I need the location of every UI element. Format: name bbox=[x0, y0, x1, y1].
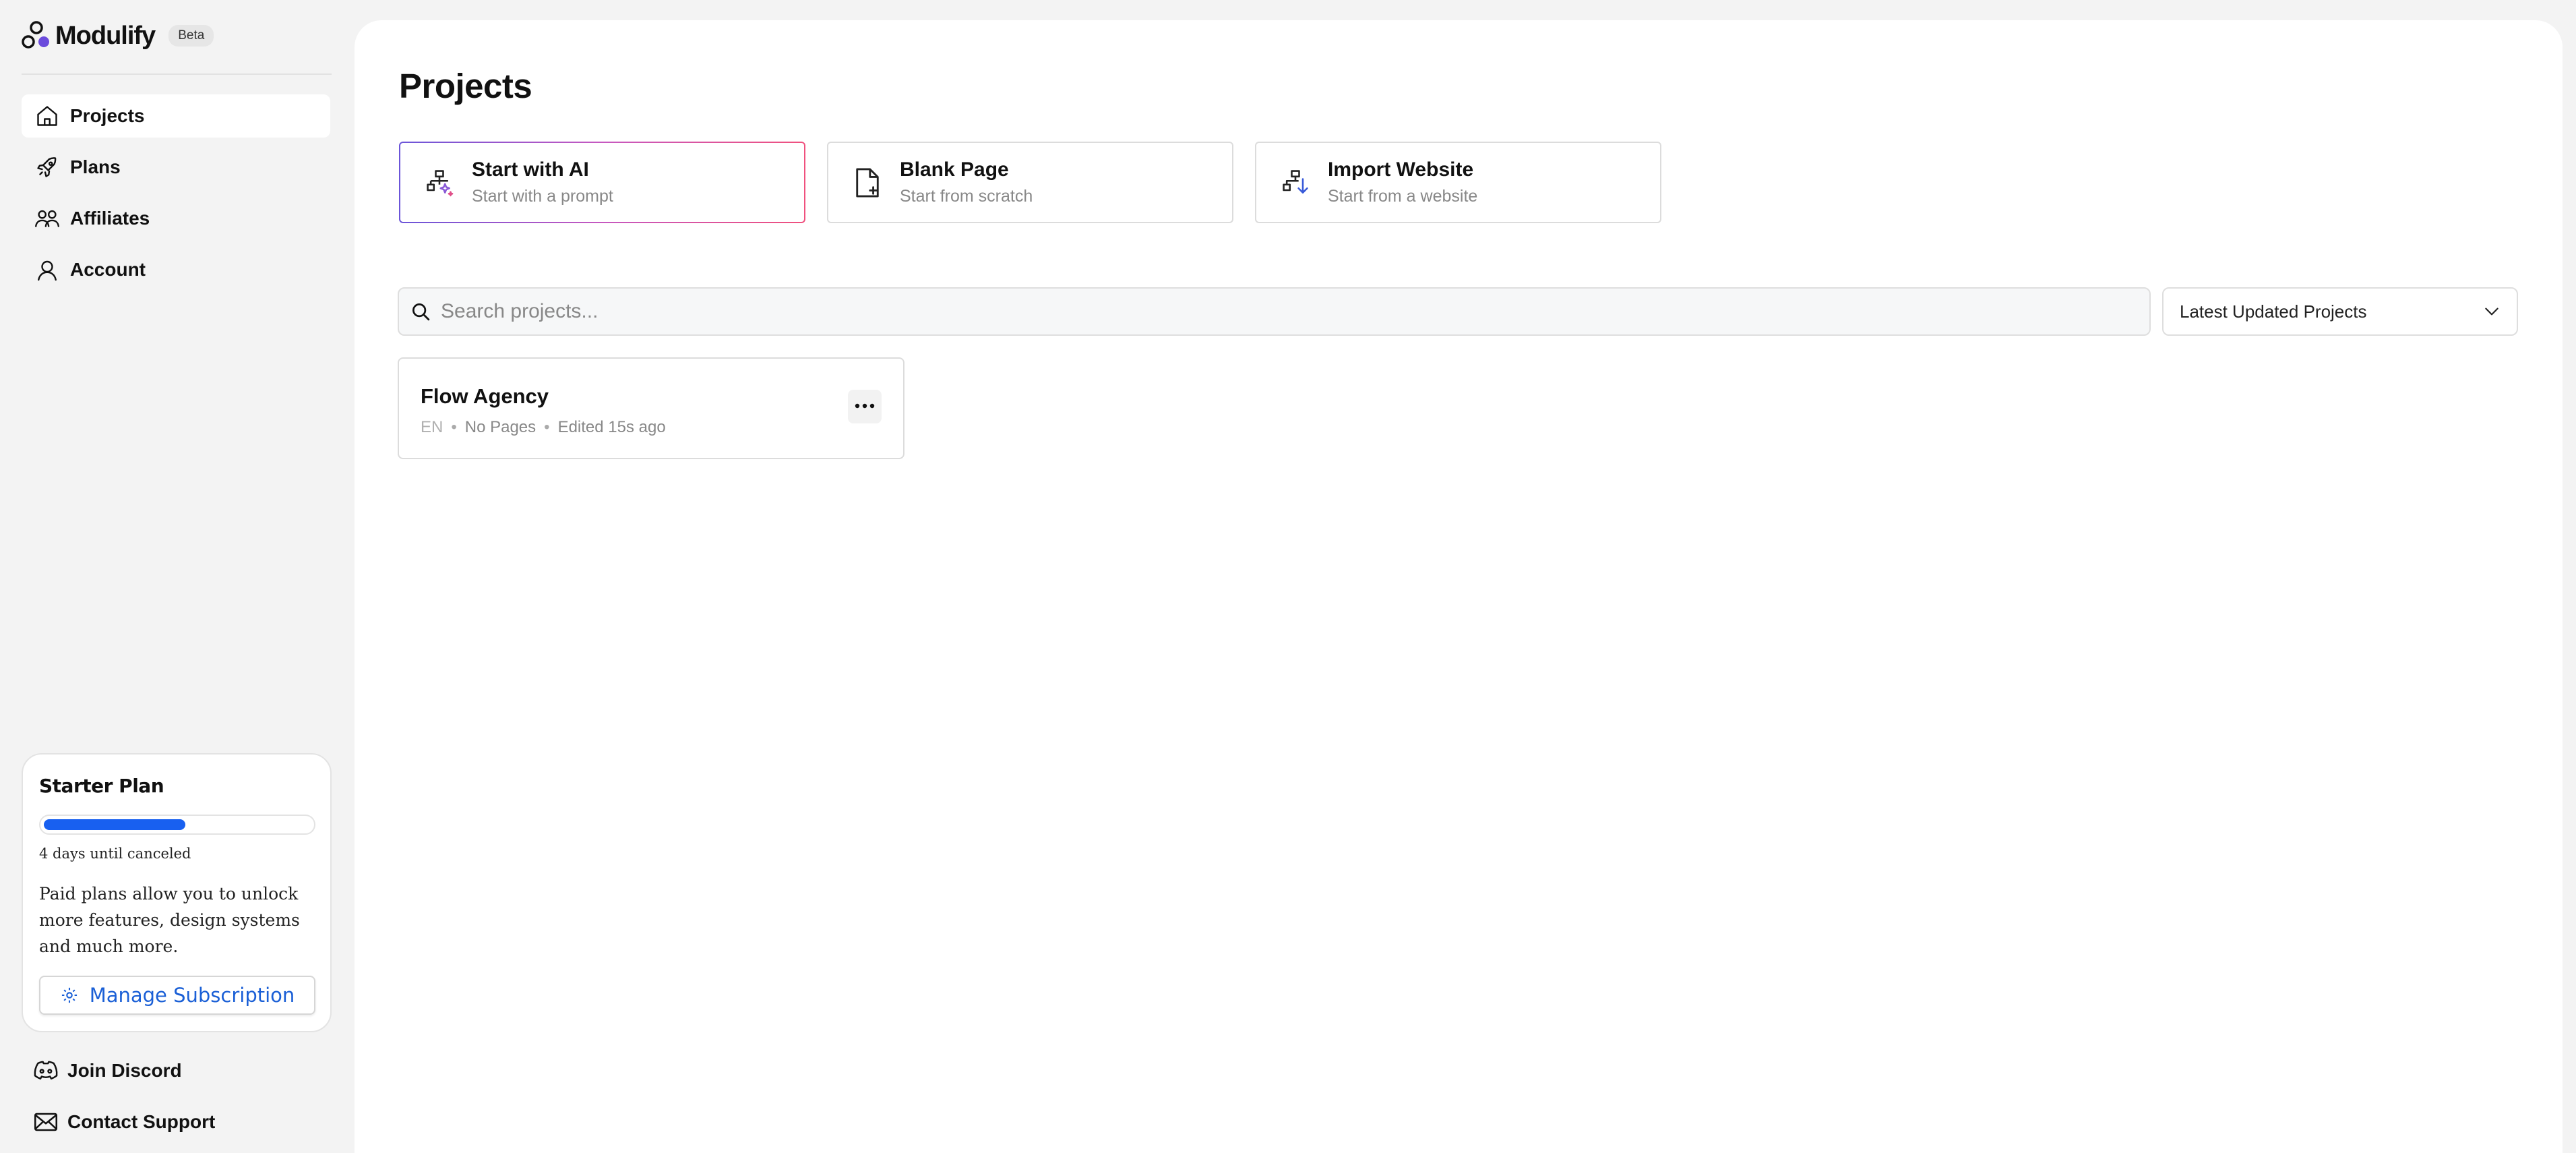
ai-sitemap-icon bbox=[423, 167, 456, 199]
gear-icon bbox=[60, 986, 79, 1005]
sidebar-item-label: Account bbox=[70, 259, 146, 280]
project-edited: Edited 15s ago bbox=[557, 418, 666, 436]
card-title: Import Website bbox=[1328, 158, 1474, 181]
sidebar: Modulify Beta Projects Plans Affiliates … bbox=[0, 0, 355, 1153]
meta-separator: • bbox=[451, 418, 457, 436]
more-horizontal-icon bbox=[854, 401, 876, 413]
import-sitemap-icon bbox=[1279, 167, 1312, 199]
card-title: Start with AI bbox=[472, 158, 589, 181]
card-title: Blank Page bbox=[900, 158, 1009, 181]
search-input[interactable] bbox=[441, 291, 2126, 332]
sidebar-item-account[interactable]: Account bbox=[22, 248, 330, 291]
main-panel: Projects Start with AI Start with a prom… bbox=[355, 20, 2563, 1153]
project-language: EN bbox=[421, 418, 443, 436]
project-name: Flow Agency bbox=[421, 384, 549, 408]
card-subtitle: Start with a prompt bbox=[472, 187, 613, 206]
project-card[interactable]: Flow Agency EN • No Pages • Edited 15s a… bbox=[398, 357, 904, 459]
project-meta: EN • No Pages • Edited 15s ago bbox=[421, 418, 903, 437]
sidebar-item-plans[interactable]: Plans bbox=[22, 146, 330, 189]
card-subtitle: Start from scratch bbox=[900, 187, 1033, 206]
brand-name: Modulify bbox=[55, 21, 156, 50]
project-more-button[interactable] bbox=[848, 390, 882, 423]
plan-card: Starter Plan 4 days until canceled Paid … bbox=[22, 753, 332, 1032]
blank-page-card[interactable]: Blank Page Start from scratch bbox=[827, 142, 1233, 223]
user-icon bbox=[34, 256, 61, 283]
plan-progress-fill bbox=[44, 819, 185, 830]
chevron-down-icon bbox=[2482, 301, 2502, 322]
sidebar-nav: Projects Plans Affiliates Account bbox=[22, 94, 330, 299]
card-subtitle: Start from a website bbox=[1328, 187, 1478, 206]
sort-selected-value: Latest Updated Projects bbox=[2180, 301, 2367, 322]
join-discord-link[interactable]: Join Discord bbox=[32, 1056, 215, 1086]
sidebar-item-projects[interactable]: Projects bbox=[22, 94, 330, 138]
brand[interactable]: Modulify Beta bbox=[20, 19, 214, 53]
sidebar-item-label: Projects bbox=[70, 105, 145, 126]
rocket-icon bbox=[34, 154, 61, 181]
sidebar-item-label: Affiliates bbox=[70, 208, 150, 229]
start-with-ai-card[interactable]: Start with AI Start with a prompt bbox=[399, 142, 805, 223]
users-icon bbox=[34, 205, 61, 232]
sidebar-footer: Join Discord Contact Support bbox=[32, 1056, 215, 1153]
meta-separator: • bbox=[544, 418, 550, 436]
mail-icon bbox=[32, 1108, 59, 1135]
contact-support-link[interactable]: Contact Support bbox=[32, 1107, 215, 1137]
plan-title: Starter Plan bbox=[39, 775, 164, 797]
search-box bbox=[398, 287, 2151, 336]
manage-subscription-label: Manage Subscription bbox=[89, 984, 295, 1007]
home-icon bbox=[34, 102, 61, 129]
import-website-card[interactable]: Import Website Start from a website bbox=[1255, 142, 1661, 223]
sidebar-divider bbox=[22, 73, 332, 75]
app: Modulify Beta Projects Plans Affiliates … bbox=[0, 0, 2576, 1153]
join-discord-label: Join Discord bbox=[67, 1060, 182, 1081]
project-pages: No Pages bbox=[464, 418, 536, 436]
manage-subscription-button[interactable]: Manage Subscription bbox=[39, 976, 315, 1015]
sort-dropdown[interactable]: Latest Updated Projects bbox=[2162, 287, 2518, 336]
beta-badge: Beta bbox=[168, 25, 214, 47]
page-title: Projects bbox=[399, 67, 532, 105]
blank-page-icon bbox=[851, 167, 884, 199]
plan-description: Paid plans allow you to unlock more feat… bbox=[39, 884, 300, 956]
modulify-logo-icon bbox=[20, 20, 53, 52]
plan-progress-bar bbox=[39, 815, 315, 835]
search-icon bbox=[408, 299, 433, 324]
sidebar-item-affiliates[interactable]: Affiliates bbox=[22, 197, 330, 240]
discord-icon bbox=[32, 1057, 59, 1084]
sidebar-item-label: Plans bbox=[70, 156, 121, 177]
plan-days-remaining: 4 days until canceled bbox=[39, 846, 191, 862]
contact-support-label: Contact Support bbox=[67, 1111, 216, 1132]
